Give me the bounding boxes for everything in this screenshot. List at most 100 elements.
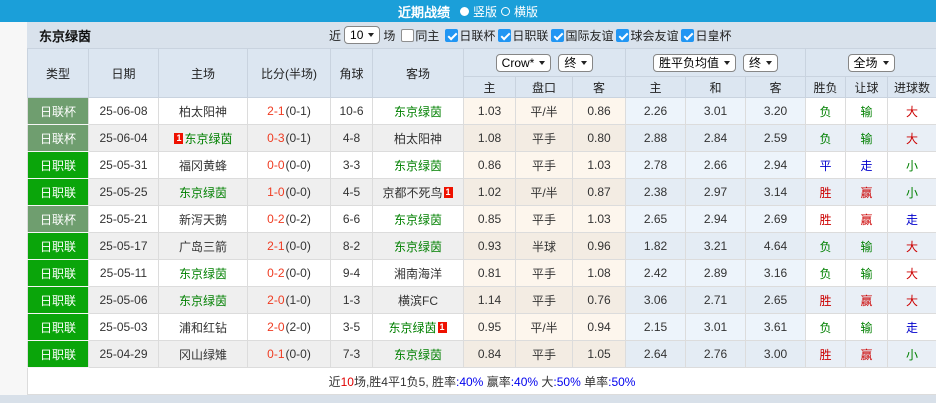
red-card-badge: 1 [444, 187, 453, 198]
summary-part: :50% [553, 375, 580, 389]
team-name[interactable]: 东京绿茵 [394, 240, 442, 254]
asian-odds-home: 1.03 [464, 98, 516, 125]
checkbox-icon[interactable] [551, 29, 564, 42]
full-time-score[interactable]: 2-0 [267, 320, 284, 334]
competition-filter[interactable]: 球会友谊 [616, 27, 678, 44]
team-name[interactable]: 湘南海洋 [394, 267, 442, 281]
team-name[interactable]: 京都不死鸟 [382, 186, 442, 200]
europe-odds-draw: 3.21 [686, 233, 746, 260]
europe-odds-home: 2.42 [626, 260, 686, 287]
away-team-cell: 湘南海洋 [373, 260, 464, 287]
team-name[interactable]: 浦和红钻 [179, 321, 227, 335]
europe-time-select[interactable]: 终 [743, 54, 778, 72]
team-name[interactable]: 柏太阳神 [394, 132, 442, 146]
full-time-score[interactable]: 2-0 [267, 293, 284, 307]
layout-radio-horizontal[interactable]: 横版 [501, 3, 538, 20]
match-date: 25-05-25 [89, 179, 159, 206]
team-name[interactable]: 东京绿茵 [394, 348, 442, 362]
europe-odds-away: 2.94 [746, 152, 806, 179]
europe-odds-draw: 2.84 [686, 125, 746, 152]
competition-filter[interactable]: 日联杯 [445, 27, 495, 44]
away-team-cell: 东京绿茵 [373, 98, 464, 125]
full-time-score[interactable]: 0-3 [267, 131, 284, 145]
layout-radio-group: 竖版横版 [456, 3, 538, 20]
europe-odds-away: 3.20 [746, 98, 806, 125]
corner-score: 4-5 [331, 179, 373, 206]
full-time-score[interactable]: 0-1 [267, 347, 284, 361]
games-label: 场 [383, 27, 395, 44]
europe-odds-home: 2.65 [626, 206, 686, 233]
checkbox-icon[interactable] [681, 29, 694, 42]
team-name[interactable]: 东京绿茵 [179, 294, 227, 308]
team-name[interactable]: 东京绿茵 [394, 159, 442, 173]
full-time-score[interactable]: 2-1 [267, 104, 284, 118]
period-select[interactable]: 全场 [848, 54, 895, 72]
layout-radio-vertical[interactable]: 竖版 [460, 3, 497, 20]
europe-odds-select[interactable]: 胜平负均值 [653, 54, 736, 72]
home-team-cell: 柏太阳神 [159, 98, 248, 125]
team-name[interactable]: 东京绿茵 [394, 213, 442, 227]
match-score-cell: 2-0(1-0) [248, 287, 331, 314]
half-time-score: (0-0) [286, 347, 311, 361]
result-winloss: 胜 [806, 341, 846, 368]
competition-type: 日职联 [28, 314, 89, 341]
team-name[interactable]: 东京绿茵 [388, 321, 436, 335]
handicap-header: 让球 [846, 77, 888, 98]
match-row: 日联杯25-05-21新泻天鹅0-2(0-2)6-6东京绿茵0.85平手1.03… [28, 206, 936, 233]
away-team-cell: 京都不死鸟1 [373, 179, 464, 206]
team-name[interactable]: 冈山绿雉 [179, 348, 227, 362]
filter-label: 日联杯 [459, 27, 495, 44]
home-team-cell: 东京绿茵 [159, 287, 248, 314]
checkbox-icon[interactable] [616, 29, 629, 42]
full-time-score[interactable]: 0-0 [267, 158, 284, 172]
checkbox-icon[interactable] [401, 29, 414, 42]
team-name[interactable]: 福冈黄蜂 [179, 159, 227, 173]
checkbox-icon[interactable] [498, 29, 511, 42]
competition-filter[interactable]: 日职联 [498, 27, 548, 44]
asian-away-header: 客 [573, 77, 626, 98]
asian-odds-line: 平手 [516, 206, 573, 233]
full-time-score[interactable]: 0-2 [267, 212, 284, 226]
same-home-filter[interactable]: 同主 [401, 27, 439, 44]
home-team-cell: 东京绿茵 [159, 260, 248, 287]
half-time-score: (0-0) [286, 266, 311, 280]
checkbox-icon[interactable] [445, 29, 458, 42]
radio-icon[interactable] [460, 7, 469, 16]
away-team-cell: 横滨FC [373, 287, 464, 314]
corner-score: 3-5 [331, 314, 373, 341]
competition-filter[interactable]: 日皇杯 [681, 27, 731, 44]
asian-time-select[interactable]: 终 [558, 54, 593, 72]
team-name[interactable]: 新泻天鹅 [179, 213, 227, 227]
team-name[interactable]: 东京绿茵 [394, 105, 442, 119]
asian-odds-home: 0.93 [464, 233, 516, 260]
asian-odds-away: 0.94 [573, 314, 626, 341]
team-name[interactable]: 东京绿茵 [179, 186, 227, 200]
europe-odds-home: 3.06 [626, 287, 686, 314]
full-time-score[interactable]: 0-2 [267, 266, 284, 280]
competition-filter[interactable]: 国际友谊 [551, 27, 613, 44]
full-time-score[interactable]: 2-1 [267, 239, 284, 253]
radio-icon[interactable] [501, 7, 510, 16]
europe-time-select-value: 终 [749, 54, 761, 71]
chevron-down-icon [883, 61, 889, 65]
bookmaker-select[interactable]: Crow* [496, 54, 552, 72]
team-name[interactable]: 广岛三箭 [179, 240, 227, 254]
competition-type: 日职联 [28, 287, 89, 314]
full-time-score[interactable]: 1-0 [267, 185, 284, 199]
match-date: 25-06-08 [89, 98, 159, 125]
result-handicap: 输 [846, 125, 888, 152]
col-header-date: 日期 [89, 49, 159, 98]
corner-score: 10-6 [331, 98, 373, 125]
home-team-cell: 冈山绿雉 [159, 341, 248, 368]
filter-bar: 东京绿茵 近 10 场 同主 日联杯日职联国际友谊球会友谊日皇杯 [27, 22, 936, 48]
recent-count-select[interactable]: 10 [344, 26, 380, 44]
team-name[interactable]: 东京绿茵 [179, 267, 227, 281]
competition-type: 日职联 [28, 152, 89, 179]
team-name[interactable]: 横滨FC [398, 294, 438, 308]
asian-odds-away: 0.87 [573, 179, 626, 206]
summary-part: :50% [608, 375, 635, 389]
chevron-down-icon [539, 61, 545, 65]
team-name[interactable]: 东京绿茵 [184, 132, 232, 146]
team-name[interactable]: 柏太阳神 [179, 105, 227, 119]
match-date: 25-04-29 [89, 341, 159, 368]
